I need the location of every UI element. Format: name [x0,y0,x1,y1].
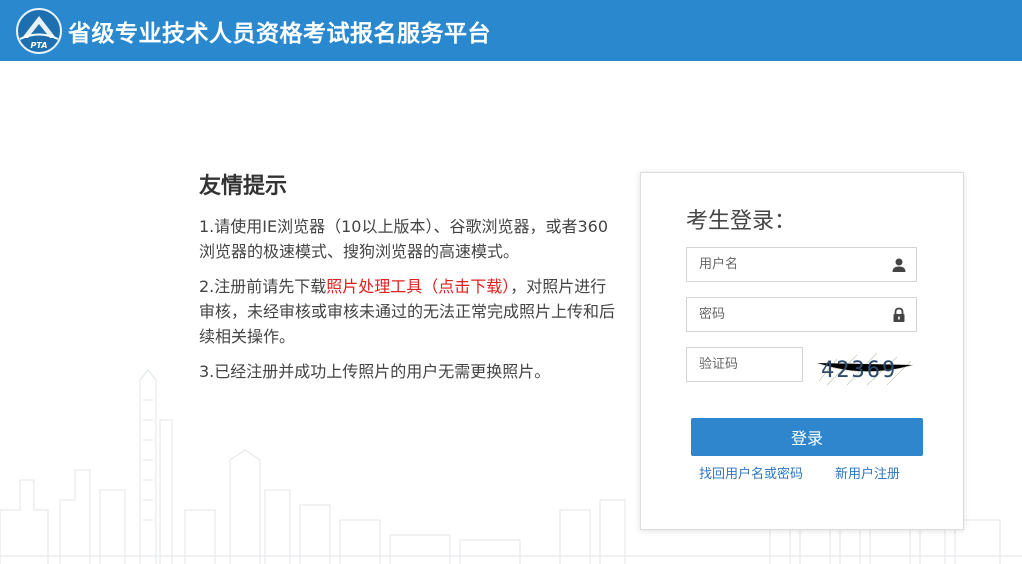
captcha-text: 42369 [821,358,897,383]
pta-logo-icon: PTA [16,8,62,54]
friendly-tips-panel: 友情提示 1.请使用IE浏览器（10以上版本）、谷歌浏览器，或者360浏览器的极… [199,172,619,394]
forgot-credentials-link[interactable]: 找回用户名或密码 [699,463,803,482]
user-icon [892,258,906,272]
lock-icon [893,307,905,322]
tip-registered-users: 3.已经注册并成功上传照片的用户无需更换照片。 [199,362,551,381]
tip-photo-prefix: 2.注册前请先下载 [199,277,327,296]
password-field-wrapper [686,297,917,332]
login-title: 考生登录： [686,209,797,234]
password-input[interactable] [687,298,916,331]
captcha-input[interactable] [687,348,802,381]
username-input[interactable] [687,248,916,281]
tips-title: 友情提示 [199,174,288,199]
username-field-wrapper [686,247,917,282]
tip-photo-tool: 2.注册前请先下载照片处理工具（点击下载），对照片进行审核，未经审核或审核未通过… [199,274,619,349]
register-link[interactable]: 新用户注册 [835,463,900,482]
captcha-field-wrapper [686,347,803,382]
photo-tool-download-link[interactable]: 照片处理工具（点击下载） [326,277,510,296]
login-panel: 考生登录： 42369 登录 找回用户名或密码 新用户注册 [640,172,964,530]
tip-browser: 1.请使用IE浏览器（10以上版本）、谷歌浏览器，或者360浏览器的极速模式、搜… [199,217,608,261]
site-title: 省级专业技术人员资格考试报名服务平台 [68,21,491,47]
captcha-image[interactable]: 42369 [817,351,913,387]
login-button[interactable]: 登录 [691,418,923,456]
top-header: PTA 省级专业技术人员资格考试报名服务平台 [0,0,1022,61]
logo-text: PTA [31,41,48,50]
